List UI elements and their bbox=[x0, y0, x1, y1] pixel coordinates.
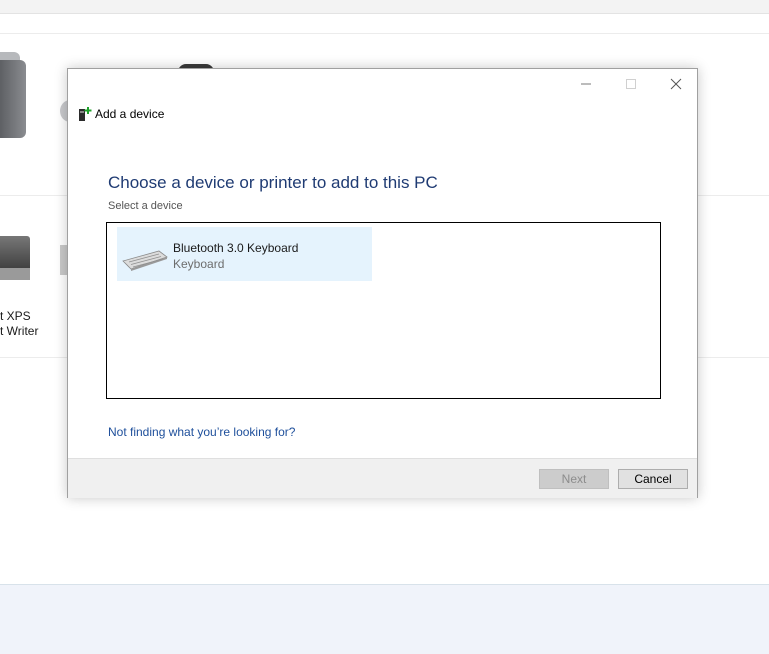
dialog-title: Add a device bbox=[95, 107, 165, 121]
maximize-icon bbox=[626, 79, 636, 89]
background-device-label: t XPS bbox=[0, 309, 31, 323]
next-button[interactable]: Next bbox=[539, 469, 609, 489]
cancel-button[interactable]: Cancel bbox=[618, 469, 688, 489]
maximize-button[interactable] bbox=[609, 71, 653, 97]
not-finding-device-link[interactable]: Not finding what you’re looking for? bbox=[108, 425, 295, 439]
dialog-heading: Choose a device or printer to add to thi… bbox=[108, 173, 438, 192]
background-divider bbox=[0, 33, 769, 34]
background-toolbar bbox=[0, 0, 769, 14]
background-device-label: t Writer bbox=[0, 324, 39, 338]
close-button[interactable] bbox=[654, 71, 698, 97]
printer-tray-icon bbox=[0, 268, 30, 280]
device-tile-bluetooth-keyboard[interactable]: Bluetooth 3.0 Keyboard Keyboard bbox=[117, 227, 372, 281]
close-icon bbox=[670, 78, 682, 90]
device-name: Bluetooth 3.0 Keyboard bbox=[173, 241, 299, 255]
keyboard-icon bbox=[122, 250, 168, 271]
device-type: Keyboard bbox=[173, 257, 225, 271]
add-device-dialog: Add a device Choose a device or printer … bbox=[67, 68, 698, 498]
select-device-label: Select a device bbox=[108, 200, 183, 212]
minimize-button[interactable] bbox=[564, 71, 608, 97]
minimize-icon bbox=[581, 83, 591, 85]
background-device-icon[interactable] bbox=[0, 60, 26, 138]
add-device-icon bbox=[79, 107, 92, 121]
dialog-footer: Next Cancel bbox=[68, 458, 697, 498]
device-list[interactable]: Bluetooth 3.0 Keyboard Keyboard bbox=[106, 222, 661, 399]
background-footer bbox=[0, 584, 769, 654]
